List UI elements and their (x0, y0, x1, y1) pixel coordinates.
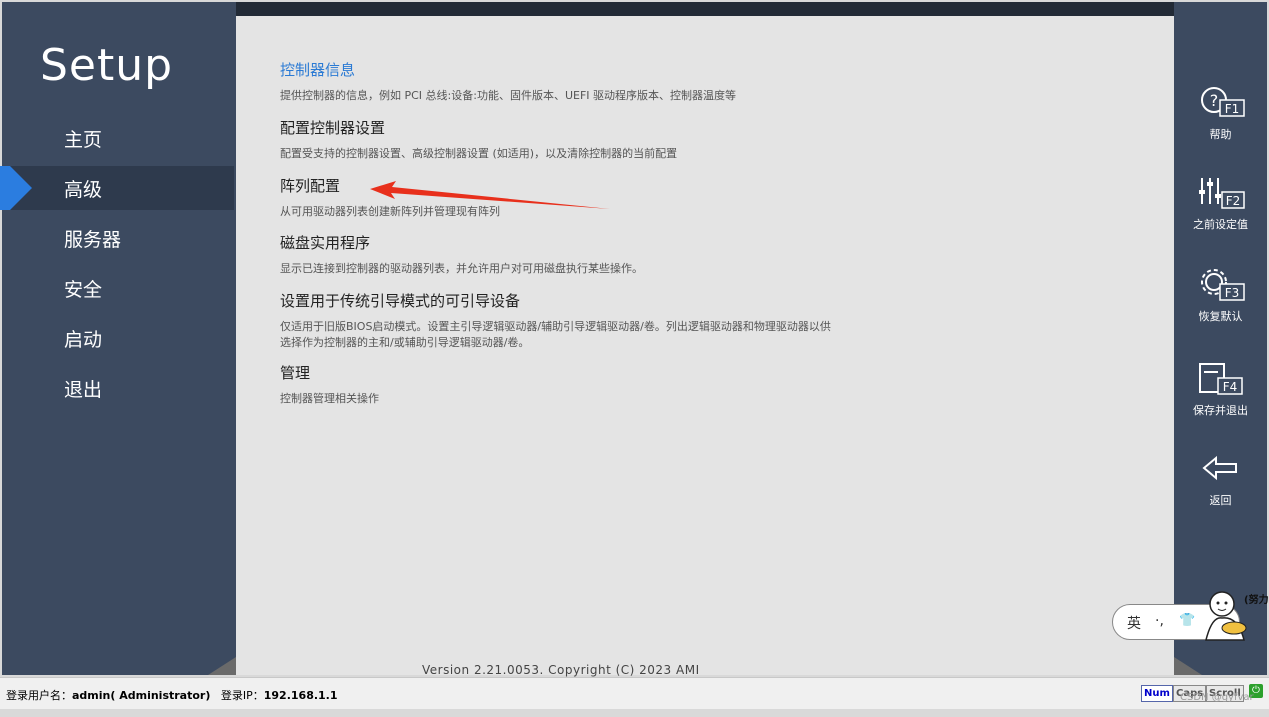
user-value: admin( Administrator) (72, 689, 211, 702)
back-button[interactable]: 返回 (1174, 454, 1267, 534)
main-content: 控制器信息 提供控制器的信息，例如 PCI 总线:设备:功能、固件版本、UEFI… (236, 16, 1174, 677)
nav-item-home[interactable]: 主页 (2, 116, 234, 160)
menu-item-title: 配置控制器设置 (280, 119, 386, 137)
menu-item-controller-info[interactable]: 控制器信息 提供控制器的信息，例如 PCI 总线:设备:功能、固件版本、UEFI… (280, 59, 736, 104)
menu-item-desc: 控制器管理相关操作 (280, 392, 379, 405)
sidebar: Setup 主页 高级 服务器 安全 启动 退出 (0, 2, 236, 675)
ime-language[interactable]: 英 (1127, 613, 1141, 633)
previous-values-label: 之前设定值 (1193, 218, 1248, 231)
function-key-panel: ? F1 帮助 F2 之前设定值 F3 恢复默认 F4 保存并退出 返回 (1174, 2, 1267, 675)
menu-item-desc: 提供控制器的信息，例如 PCI 总线:设备:功能、固件版本、UEFI 驱动程序版… (280, 89, 737, 102)
setup-title: Setup (40, 40, 174, 91)
menu-item-desc: 显示已连接到控制器的驱动器列表，并允许用户对可用磁盘执行某些操作。 (280, 262, 643, 275)
restore-defaults-label: 恢复默认 (1198, 310, 1243, 323)
bios-window: Setup 主页 高级 服务器 安全 启动 退出 控制器信息 提供控制器的信息，… (0, 0, 1269, 717)
corner-decoration (208, 657, 236, 675)
menu-item-array-config[interactable]: 阵列配置 从可用驱动器列表创建新阵列并管理现有阵列 (280, 175, 500, 220)
nav-item-label: 安全 (64, 279, 103, 301)
num-lock-indicator: Num (1141, 685, 1173, 702)
menu-item-disk-utilities[interactable]: 磁盘实用程序 显示已连接到控制器的驱动器列表，并允许用户对可用磁盘执行某些操作。 (280, 232, 643, 277)
ip-value: 192.168.1.1 (263, 689, 338, 702)
back-arrow-icon (1202, 455, 1237, 481)
back-label: 返回 (1209, 494, 1232, 507)
nav-item-label: 高级 (64, 179, 103, 201)
ip-label: 登录IP： (220, 689, 264, 702)
menu-item-title: 管理 (280, 364, 311, 382)
menu-item-management[interactable]: 管理 控制器管理相关操作 (280, 362, 379, 407)
gear-icon: F3 (1201, 269, 1245, 301)
nav-item-boot[interactable]: 启动 (2, 316, 234, 360)
mascot-text: (努力 (1244, 595, 1269, 606)
svg-text:F2: F2 (1226, 194, 1241, 208)
menu-item-title: 磁盘实用程序 (280, 234, 371, 252)
ime-punctuation[interactable]: ·, (1155, 613, 1164, 629)
save-exit-label: 保存并退出 (1193, 404, 1248, 417)
active-marker (0, 166, 10, 210)
nav-item-label: 启动 (64, 329, 103, 351)
user-label: 登录用户名： (6, 689, 72, 702)
previous-values-button[interactable]: F2 之前设定值 (1174, 176, 1267, 256)
nav-item-server[interactable]: 服务器 (2, 216, 234, 260)
active-marker-arrow (10, 166, 32, 210)
menu-item-title: 设置用于传统引导模式的可引导设备 (280, 292, 521, 310)
menu-item-title: 控制器信息 (280, 61, 356, 79)
svg-text:F4: F4 (1223, 380, 1238, 394)
help-label: 帮助 (1209, 128, 1232, 141)
nav-item-label: 主页 (64, 129, 103, 151)
help-button[interactable]: ? F1 帮助 (1174, 86, 1267, 166)
nav-item-label: 退出 (64, 379, 103, 401)
menu-item-desc: 从可用驱动器列表创建新阵列并管理现有阵列 (280, 205, 500, 218)
svg-text:F3: F3 (1225, 286, 1240, 300)
sliders-icon: F2 (1199, 178, 1245, 209)
menu-item-desc: 仅适用于旧版BIOS启动模式。设置主引导逻辑驱动器/辅助引导逻辑驱动器/卷。列出… (280, 320, 831, 349)
ime-skin-icon[interactable]: 👕 (1179, 613, 1195, 628)
svg-text:F1: F1 (1225, 102, 1240, 116)
help-icon: ? F1 (1201, 87, 1245, 117)
status-bar: 登录用户名：admin( Administrator) 登录IP：192.168… (0, 677, 1269, 709)
menu-item-bootable-device[interactable]: 设置用于传统引导模式的可引导设备 仅适用于旧版BIOS启动模式。设置主引导逻辑驱… (280, 290, 831, 351)
nav-item-exit[interactable]: 退出 (2, 366, 234, 410)
restore-defaults-button[interactable]: F3 恢复默认 (1174, 268, 1267, 348)
nav-item-security[interactable]: 安全 (2, 266, 234, 310)
menu-item-desc: 配置受支持的控制器设置、高级控制器设置 (如适用)，以及清除控制器的当前配置 (280, 147, 678, 160)
version-text: Version 2.21.0053. Copyright (C) 2023 AM… (422, 663, 700, 677)
save-exit-button[interactable]: F4 保存并退出 (1174, 362, 1267, 442)
main-topbar (236, 2, 1174, 16)
svg-text:?: ? (1210, 91, 1219, 110)
nav-item-advanced[interactable]: 高级 (0, 166, 234, 210)
menu-item-title: 阵列配置 (280, 177, 341, 195)
corner-decoration (1174, 657, 1202, 675)
nav-item-label: 服务器 (64, 229, 122, 251)
login-info: 登录用户名：admin( Administrator) 登录IP：192.168… (6, 687, 338, 703)
save-exit-icon: F4 (1199, 363, 1243, 395)
watermark: CSDN @gyfvar (1180, 692, 1254, 703)
menu-item-configure-controller[interactable]: 配置控制器设置 配置受支持的控制器设置、高级控制器设置 (如适用)，以及清除控制… (280, 117, 677, 162)
